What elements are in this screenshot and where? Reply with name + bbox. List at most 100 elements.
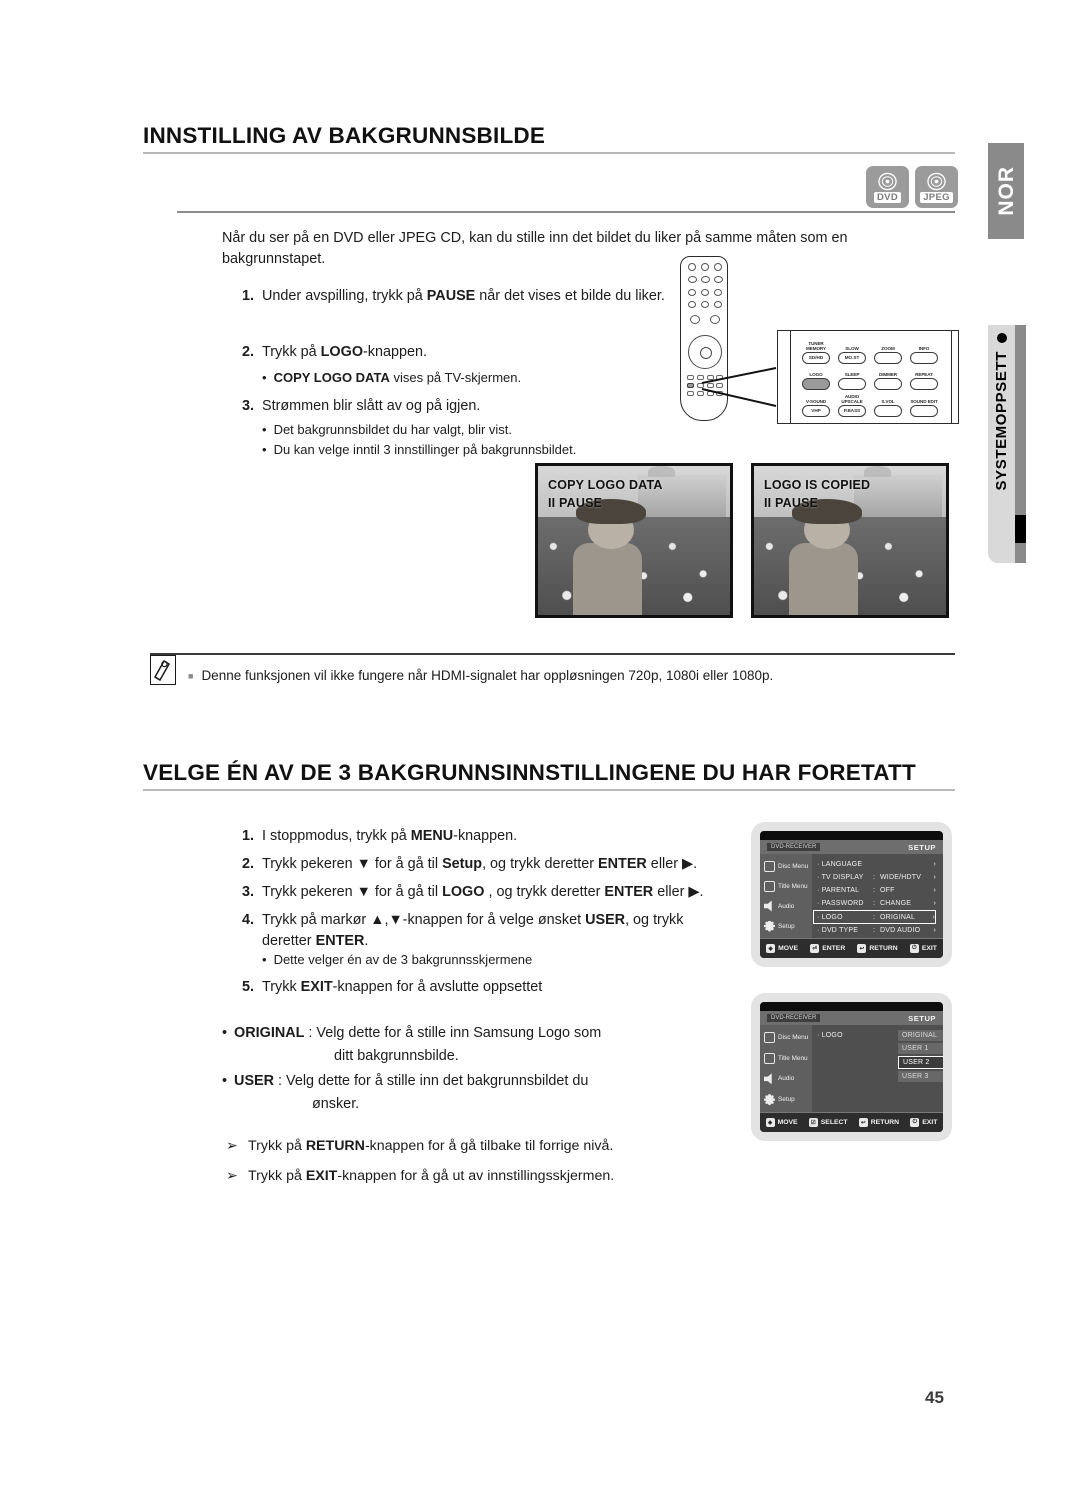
photo-2-osd-line-1: LOGO IS COPIED [764, 478, 871, 492]
s2-step-1-number: 1. [241, 828, 254, 844]
side-tab-column: NOR SYSTEMOPPSETT [988, 0, 1080, 1492]
option-user-name: USER [234, 1073, 275, 1089]
step-3: 3. Strømmen blir slått av og på igjen. [228, 396, 648, 417]
s2-step-4-note: • Dette velger én av de 3 bakgrunnsskjerm… [262, 950, 722, 969]
heading-rule [143, 152, 955, 154]
option-user-line1: : Velg dette for å stille inn det bakgru… [274, 1073, 589, 1089]
s2-step-2-number: 2. [241, 856, 254, 872]
badge-jpeg-label: JPEG [920, 191, 953, 203]
speaker-icon [764, 900, 772, 912]
badge-dvd-label: DVD [874, 191, 901, 203]
osd-row-language[interactable]: LANGUAGE› [817, 858, 936, 871]
osd-sidebar: Disc Menu Title Menu Audio Setup [760, 854, 812, 938]
osd-row-logo-selected[interactable]: LOGO:ORIGINAL› [813, 910, 936, 924]
note-text: ■ Denne funksjonen vil ikke fungere når H… [188, 666, 948, 687]
osd2-topbar: DVD-RECEIVER SETUP [760, 1011, 943, 1025]
callout-button: AUDIO UPSCALE P.BASS [834, 390, 870, 417]
gear-icon [764, 1094, 775, 1106]
chapter-tab-label: SYSTEMOPPSETT [993, 351, 1010, 491]
osd-sidebar-item-title-menu[interactable]: Title Menu [760, 880, 812, 892]
arrow-icon: ➢ [226, 1167, 238, 1183]
s2-step-3: 3. Trykk pekeren ▼ for å gå til LOGO , o… [228, 882, 738, 903]
osd-row-password[interactable]: PASSWORD:CHANGE› [817, 897, 936, 910]
step-2: 2. Trykk på LOGO-knappen. [228, 342, 648, 363]
bullet-dot: • [222, 1073, 228, 1089]
callout-button: TUNER MEMORY SD/HD [798, 337, 834, 364]
disc-icon [878, 172, 897, 190]
badge-jpeg: JPEG [915, 166, 958, 208]
osd2-sidebar-item-setup[interactable]: Setup [760, 1094, 812, 1106]
osd2-option-original[interactable]: ORIGINAL [898, 1030, 943, 1041]
s2-step-4: 4. Trykk på markør ▲,▼-knappen for å vel… [228, 910, 718, 951]
pencil-icon [153, 659, 171, 682]
osd2-sidebar-item-title-menu[interactable]: Title Menu [760, 1052, 812, 1064]
osd-hint-enter: ⏎ ENTER [810, 944, 845, 953]
callout-button: ZOOM [870, 337, 906, 364]
remote-navigation-pad [688, 335, 722, 369]
osd-row-dvd-type[interactable]: DVD TYPE:DVD AUDIO› [817, 924, 936, 937]
osd2-hint-move: ◈ MOVE [765, 1118, 798, 1127]
return-key-icon: ↩ [857, 944, 867, 953]
osd-row-parental[interactable]: PARENTAL:OFF› [817, 884, 936, 897]
intro-rule [177, 211, 955, 213]
callout-button-logo: LOGO [798, 364, 834, 391]
step-1-number: 1. [241, 288, 254, 304]
osd-sidebar-item-audio[interactable]: Audio [760, 900, 812, 912]
chapter-tab-inner: SYSTEMOPPSETT [988, 325, 1015, 563]
chevron-right-icon: › [933, 887, 936, 894]
osd2-bottom-bar: ◈ MOVE ☑ SELECT ↩ RETURN ⏻ EXIT [760, 1112, 943, 1132]
callout-button: DIMMER [870, 364, 906, 391]
osd2-option-user-3[interactable]: USER 3 [898, 1071, 943, 1082]
exit-key-icon: ⏻ [909, 944, 919, 953]
callout-button: SOUND EDIT [906, 390, 942, 417]
osd-screen-2: DVD-RECEIVER SETUP Disc Menu Title Menu … [760, 1002, 943, 1132]
osd-topbar: DVD-RECEIVER SETUP [760, 840, 943, 854]
osd-main-list: LANGUAGE› TV DISPLAY:WIDE/HDTV› PARENTAL… [812, 854, 943, 944]
section2-heading-rule [143, 789, 955, 791]
osd2-hint-select: ☑ SELECT [808, 1118, 848, 1127]
osd-screen: DVD-RECEIVER SETUP Disc Menu Title Menu … [760, 831, 943, 958]
arrow-note-return-post: -knappen for å gå tilbake til forrige ni… [364, 1138, 614, 1154]
osd2-header-left: DVD-RECEIVER [767, 1014, 821, 1022]
osd2-sidebar-item-disc-menu[interactable]: Disc Menu [760, 1031, 812, 1043]
osd-header-left: DVD-RECEIVER [767, 843, 821, 851]
step-3-note-2-text: Du kan velge inntil 3 innstillinger på b… [273, 442, 577, 457]
step-1: 1. Under avspilling, trykk på PAUSE når … [228, 286, 678, 307]
disc-icon [927, 172, 946, 190]
step-2-note-rest: vises på TV-skjermen. [389, 370, 522, 385]
osd-sidebar-item-setup[interactable]: Setup [760, 920, 812, 932]
osd-sidebar-item-disc-menu[interactable]: Disc Menu [760, 860, 812, 872]
chevron-right-icon: › [933, 874, 936, 881]
callout-button: V-SOUND VHP [798, 390, 834, 417]
s2-step-4-number: 4. [241, 912, 254, 928]
chevron-right-icon: › [933, 900, 936, 907]
step-3-number: 3. [241, 398, 254, 414]
osd2-option-user-2-selected[interactable]: USER 2 [898, 1056, 943, 1069]
osd2-hint-return: ↩ RETURN [858, 1118, 899, 1127]
arrow-note-exit: ➢ Trykk på EXIT-knappen for å gå ut av in… [226, 1165, 786, 1187]
osd-setup-menu: DVD-RECEIVER SETUP Disc Menu Title Menu … [751, 822, 952, 967]
callout-button: SLOW MO.ST [834, 337, 870, 364]
option-user-line2-wrap: ønsker. [312, 1094, 752, 1115]
arrow-note-return: ➢ Trykk på RETURN-knappen for å gå tilbak… [226, 1135, 786, 1157]
callout-button: REPEAT [906, 364, 942, 391]
page-number: 45 [925, 1388, 944, 1407]
arrow-icon: ➢ [226, 1137, 238, 1153]
photo-copy-logo-data: COPY LOGO DATA II PAUSE [535, 463, 733, 618]
s2-step-5-text: Trykk EXIT-knappen for å avslutte oppset… [262, 979, 543, 995]
page-content: INNSTILLING AV BAKGRUNNSBILDE DVD JPEG N… [0, 0, 988, 1492]
s2-step-3-number: 3. [241, 884, 254, 900]
step-3-note-1: • Det bakgrunnsbildet du har valgt, blir … [262, 420, 702, 439]
move-key-icon: ◈ [766, 944, 776, 953]
media-badges: DVD JPEG [866, 166, 958, 208]
step-3-note-1-text: Det bakgrunnsbildet du har valgt, blir v… [273, 422, 513, 437]
select-key-icon: ☑ [808, 1118, 818, 1127]
s2-step-5-number: 5. [241, 979, 254, 995]
osd2-sidebar-item-audio[interactable]: Audio [760, 1073, 812, 1085]
osd-bottom-bar: ◈ MOVE ⏎ ENTER ↩ RETURN ⏻ EXIT [760, 938, 943, 958]
chevron-right-icon: › [933, 927, 936, 934]
osd2-option-panel: ORIGINAL USER 1 USER 2 USER 3 [898, 1030, 943, 1084]
osd2-option-user-1[interactable]: USER 1 [898, 1043, 943, 1054]
photo-logo-is-copied: LOGO IS COPIED II PAUSE [751, 463, 949, 618]
osd-row-tv-display[interactable]: TV DISPLAY:WIDE/HDTV› [817, 871, 936, 884]
